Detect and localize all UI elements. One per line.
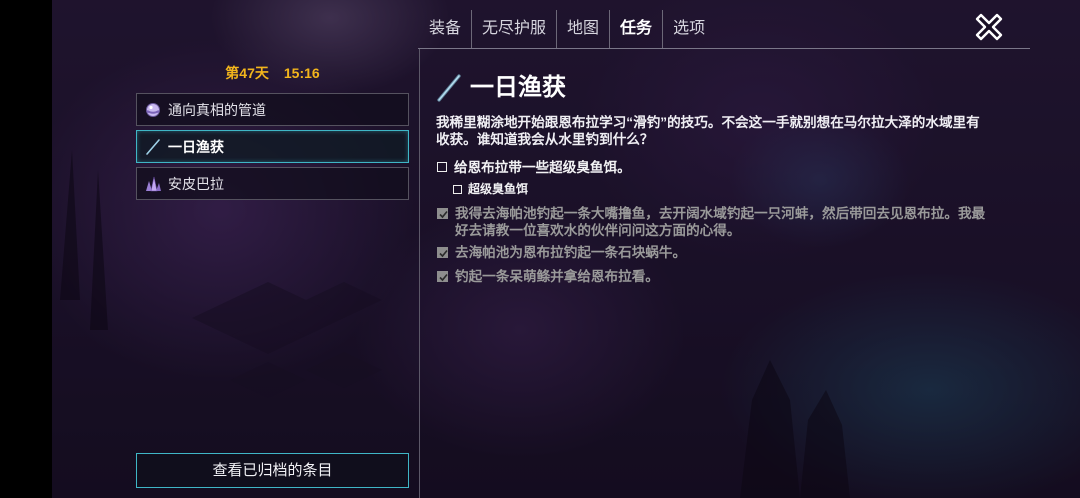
view-archived-button[interactable]: 查看已归档的条目 [136,453,409,488]
tab-endless-suit[interactable]: 无尽护服 [471,10,556,48]
objective-checkbox [437,247,448,258]
objective-text: 超级臭鱼饵 [468,182,529,196]
quest-list-item[interactable]: 安皮巴拉 [136,167,409,200]
screen-cutout-bar [0,0,52,498]
quest-objective: 钓起一条呆萌鲦并拿给恩布拉看。 [437,268,993,285]
objective-text: 给恩布拉带一些超级臭鱼饵。 [454,160,631,175]
day-counter: 第47天 [225,65,269,81]
tab-options[interactable]: 选项 [662,10,715,48]
objective-checkbox [453,184,462,194]
quest-title: 一日渔获 [470,74,566,101]
close-button[interactable] [972,10,1006,44]
quest-label: 一日渔获 [168,138,224,155]
close-icon [975,13,1003,41]
objective-text: 去海帕池为恩布拉钓起一条石块蜗牛。 [455,245,687,260]
quest-list-item[interactable]: 一日渔获 [136,130,409,163]
time-of-day: 15:16 [283,65,320,81]
tab-map[interactable]: 地图 [556,10,609,48]
quest-label: 通向真相的管道 [168,101,266,118]
fishing-rod-icon [144,138,162,156]
orb-icon [144,101,162,119]
objective-checkbox [437,162,447,172]
quest-label: 安皮巴拉 [168,175,224,192]
tab-quests[interactable]: 任务 [609,10,662,48]
quest-objective: 给恩布拉带一些超级臭鱼饵。 [437,159,992,176]
quest-description: 我稀里糊涂地开始跟恩布拉学习“滑钓”的技巧。不会这一手就别想在马尔拉大泽的水域里… [436,115,980,147]
top-nav: 装备 无尽护服 地图 任务 选项 [419,10,715,48]
objective-text: 我得去海帕池钓起一条大嘴撸鱼，去开阔水域钓起一只河蚌，然后带回去见恩布拉。我最好… [455,206,986,238]
quest-sub-objective: 超级臭鱼饵 [453,181,768,197]
game-clock: 第47天 15:16 [136,64,409,82]
objective-checkbox [437,208,448,219]
crystal-icon [144,175,162,193]
fishing-rod-icon [436,74,462,102]
quest-list-item[interactable]: 通向真相的管道 [136,93,409,126]
nav-divider [418,48,1030,49]
objective-checkbox [437,271,448,282]
panel-divider [419,49,420,498]
tab-equipment[interactable]: 装备 [419,10,471,48]
quest-objective: 我得去海帕池钓起一条大嘴撸鱼，去开阔水域钓起一只河蚌，然后带回去见恩布拉。我最好… [437,205,993,239]
quest-objective: 去海帕池为恩布拉钓起一条石块蜗牛。 [437,244,993,261]
objective-text: 钓起一条呆萌鲦并拿给恩布拉看。 [455,269,659,284]
